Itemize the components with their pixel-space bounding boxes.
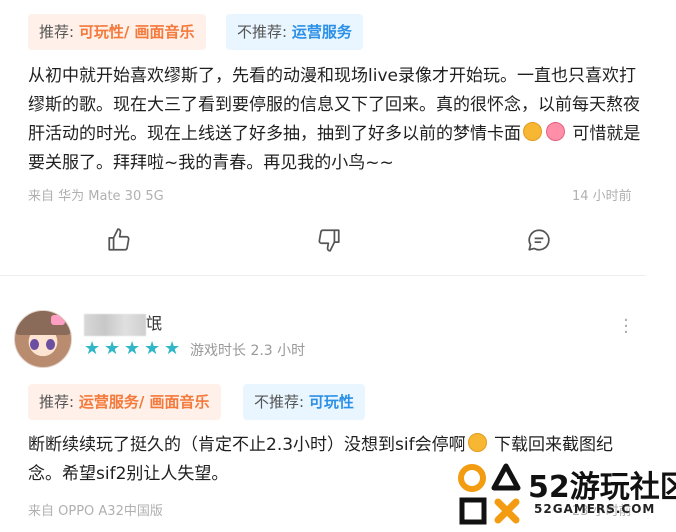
not-recommend-value: 可玩性 [308, 393, 354, 411]
more-menu-button[interactable]: · · · [620, 312, 632, 342]
recommend-tag: 推荐: 可玩性/ 画面音乐 [28, 14, 206, 50]
star-icon: ★ [124, 338, 141, 359]
worried-face-icon [467, 433, 487, 452]
watermark-brand-text: 游玩社区 [569, 470, 676, 505]
star-icon: ★ [84, 338, 101, 359]
watermark-site: 52GAMERS.COM [534, 502, 656, 516]
more-vertical-icon: · · · [623, 310, 629, 343]
recommend-value: 可玩性/ 画面音乐 [78, 23, 195, 41]
review-text-part1: 断断续续玩了挺久的（肯定不止2.3小时）没想到sif会停啊 [28, 435, 466, 455]
review-text: 从初中就开始喜欢缪斯了，先看的动漫和现场live录像才开始玩。一直也只喜欢打缪斯… [28, 62, 646, 178]
watermark-brand: 52游玩社区 [528, 462, 676, 506]
not-recommend-tag: 不推荐: 运营服务 [226, 14, 363, 50]
star-icon: ★ [104, 338, 121, 359]
username-suffix: 氓 [146, 314, 163, 333]
star-rating: ★ ★ ★ ★ ★ [84, 338, 181, 359]
star-icon: ★ [144, 338, 161, 359]
device-info: 来自 华为 Mate 30 5G [28, 189, 164, 204]
post-time: 14 小时前 [572, 189, 632, 204]
star-icon: ★ [164, 338, 181, 359]
like-button[interactable] [106, 227, 132, 253]
avatar[interactable] [14, 310, 72, 368]
not-recommend-tag: 不推荐: 可玩性 [243, 384, 365, 420]
gamepad-symbols-icon [458, 463, 521, 525]
not-recommend-prefix: 不推荐: [237, 23, 288, 41]
comment-button[interactable] [526, 227, 552, 253]
crying-face-icon [546, 122, 565, 141]
site-watermark: 52游玩社区 52GAMERS.COM [454, 456, 676, 532]
username-redacted [84, 313, 146, 336]
username[interactable]: 氓 [84, 310, 162, 336]
comment-icon [528, 229, 550, 251]
dislike-button[interactable] [316, 227, 342, 253]
play-time: 游戏时长 2.3 小时 [190, 343, 306, 359]
device-info: 来自 OPPO A32中国版 [28, 504, 163, 519]
avatar-bow [51, 315, 65, 325]
avatar-eye-left [30, 339, 39, 350]
avatar-eye-right [46, 339, 55, 350]
review-divider [0, 275, 646, 276]
recommend-prefix: 推荐: [39, 393, 75, 411]
recommend-tag: 推荐: 运营服务/ 画面音乐 [28, 384, 221, 420]
not-recommend-value: 运营服务 [291, 23, 352, 41]
thumbs-down-icon [318, 229, 340, 252]
thumbs-up-icon [108, 228, 130, 251]
recommend-value: 运营服务/ 画面音乐 [78, 393, 210, 411]
not-recommend-prefix: 不推荐: [254, 393, 305, 411]
recommend-prefix: 推荐: [39, 23, 75, 41]
watermark-brand-number: 52 [528, 470, 570, 505]
relieved-face-icon [523, 122, 542, 141]
